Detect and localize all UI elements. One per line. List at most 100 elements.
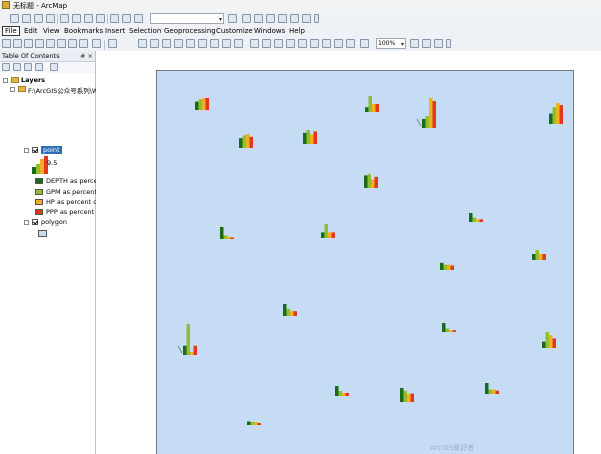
menu-insert[interactable]: Insert <box>105 27 125 35</box>
find-icon[interactable] <box>162 39 171 48</box>
point-layer-checkbox[interactable] <box>32 147 38 153</box>
chart-symbol-bar <box>559 105 563 124</box>
chart-symbol-bar <box>247 421 251 425</box>
menu-customize[interactable]: Customize <box>216 27 253 35</box>
python-window-icon[interactable] <box>290 14 299 23</box>
time-slider-icon[interactable] <box>234 39 243 48</box>
chart-symbol <box>195 98 209 110</box>
paste-icon[interactable] <box>84 14 93 23</box>
list-by-source-icon[interactable] <box>13 63 21 71</box>
chart-symbol-bar <box>205 98 209 110</box>
chart-symbol-bar <box>328 232 332 238</box>
legend-swatch-gpm <box>35 189 43 195</box>
hyperlink-icon[interactable] <box>210 39 219 48</box>
toolbar-options-icon[interactable] <box>314 14 319 23</box>
back-arrow-icon[interactable] <box>68 39 77 48</box>
chart-symbol-bar <box>293 311 297 316</box>
search-window-icon[interactable] <box>266 14 275 23</box>
select-features-icon[interactable] <box>92 39 101 48</box>
change-layout-icon[interactable] <box>422 39 431 48</box>
chart-symbol-bar <box>338 391 342 396</box>
model-builder-icon[interactable] <box>302 14 311 23</box>
select-elements-arrow-icon[interactable] <box>138 39 147 48</box>
menu-view[interactable]: View <box>43 27 60 35</box>
save-icon[interactable] <box>34 14 43 23</box>
toolbar-options-icon[interactable] <box>446 39 451 48</box>
fixed-zoom-in-layout-icon[interactable] <box>310 39 319 48</box>
layout-pan-icon[interactable] <box>274 39 283 48</box>
delete-icon[interactable] <box>96 14 105 23</box>
add-data-icon[interactable] <box>134 14 143 23</box>
forward-arrow-icon[interactable] <box>79 39 88 48</box>
collapse-polygon-layer-icon[interactable] <box>24 220 29 225</box>
data-driven-pages-icon[interactable] <box>434 39 443 48</box>
zoom-out-icon[interactable] <box>13 39 22 48</box>
arctoolbox-icon[interactable] <box>278 14 287 23</box>
menu-help[interactable]: Help <box>289 27 305 35</box>
menu-file[interactable]: File <box>2 26 20 36</box>
chart-symbol <box>400 388 414 402</box>
chart-symbol-bar <box>488 389 492 394</box>
standard-toolbar: ▾ <box>0 11 601 26</box>
full-extent-icon[interactable] <box>35 39 44 48</box>
polygon-layer-checkbox[interactable] <box>32 219 38 225</box>
go-forward-extent-icon[interactable] <box>346 39 355 48</box>
list-by-visibility-icon[interactable] <box>24 63 32 71</box>
copy-icon[interactable] <box>72 14 81 23</box>
layout-zoom-in-icon[interactable] <box>250 39 259 48</box>
chart-symbol-bar <box>306 130 310 144</box>
menu-windows[interactable]: Windows <box>254 27 285 35</box>
collapse-layers-icon[interactable] <box>3 78 8 83</box>
editor-toolbar-icon[interactable] <box>228 14 237 23</box>
legend-label-gpm: GPM as percent <box>46 188 97 196</box>
toggle-draft-mode-icon[interactable] <box>360 39 369 48</box>
map-scale-combo[interactable]: ▾ <box>150 13 224 24</box>
go-back-extent-icon[interactable] <box>334 39 343 48</box>
chart-symbol-bar <box>324 224 328 238</box>
route-icon[interactable] <box>174 39 183 48</box>
menu-selection[interactable]: Selection <box>129 27 161 35</box>
undo-icon[interactable] <box>110 14 119 23</box>
layout-zoom-combo[interactable]: 100% ▾ <box>376 38 406 49</box>
fixed-zoom-out-layout-icon[interactable] <box>322 39 331 48</box>
chart-symbol-bar <box>492 389 496 394</box>
chart-symbol-bar <box>407 393 411 402</box>
measure-icon[interactable] <box>198 39 207 48</box>
toc-layer-polygon[interactable]: polygon <box>41 218 67 226</box>
menu-bookmarks[interactable]: Bookmarks <box>64 27 103 35</box>
menu-edit[interactable]: Edit <box>24 27 38 35</box>
focus-data-frame-icon[interactable] <box>410 39 419 48</box>
fixed-zoom-icon[interactable] <box>46 39 55 48</box>
toc-layer-point[interactable]: point <box>41 146 62 154</box>
collapse-folder-icon[interactable] <box>10 87 15 92</box>
zoom-100-icon[interactable] <box>298 39 307 48</box>
go-to-xy-icon[interactable] <box>186 39 195 48</box>
redo-icon[interactable] <box>122 14 131 23</box>
open-icon[interactable] <box>22 14 31 23</box>
collapse-point-layer-icon[interactable] <box>24 148 29 153</box>
print-icon[interactable] <box>46 14 55 23</box>
identify-icon[interactable] <box>150 39 159 48</box>
catalog-icon[interactable] <box>254 14 263 23</box>
zoom-whole-page-icon[interactable] <box>286 39 295 48</box>
map-polygon-extent[interactable] <box>156 70 574 454</box>
list-by-selection-icon[interactable] <box>35 63 43 71</box>
toc-layers-root[interactable]: Layers <box>21 76 45 84</box>
fixed-zoom-out-icon[interactable] <box>57 39 66 48</box>
pan-icon[interactable] <box>24 39 33 48</box>
html-popup-icon[interactable] <box>222 39 231 48</box>
zoom-in-icon[interactable] <box>2 39 11 48</box>
new-map-icon[interactable] <box>10 14 19 23</box>
chart-symbol-bar <box>403 390 407 402</box>
table-of-contents-icon[interactable] <box>242 14 251 23</box>
menu-geoprocessing[interactable]: Geoprocessing <box>164 27 216 35</box>
toc-header: Table Of Contents # × <box>0 51 95 62</box>
layout-zoom-out-icon[interactable] <box>262 39 271 48</box>
list-by-drawing-order-icon[interactable] <box>2 63 10 71</box>
layout-icon[interactable] <box>108 39 117 48</box>
cut-icon[interactable] <box>60 14 69 23</box>
toc-window-buttons[interactable]: # × <box>80 52 93 60</box>
chart-symbol-bar <box>220 227 224 239</box>
toc-options-icon[interactable] <box>50 63 58 71</box>
toc-folder-path[interactable]: F:\ArcGIS公众号系列\W <box>28 85 98 95</box>
